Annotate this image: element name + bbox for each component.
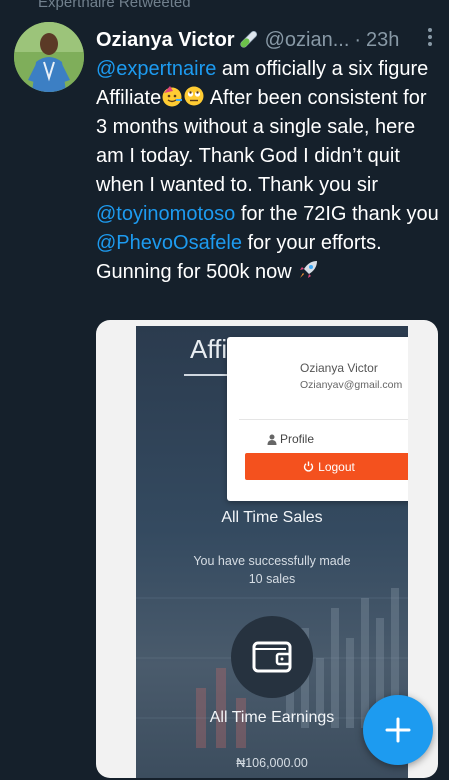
tweet-text: @expertnaire am officially a six figure … [96, 55, 441, 287]
compose-plus-icon[interactable] [363, 695, 433, 765]
tweet-text-part: for your efforts. [241, 232, 382, 254]
rolling-eyes-icon [183, 85, 205, 107]
mention-toyinomotoso[interactable]: @toyinomotoso [96, 203, 235, 225]
profile-label: Profile [280, 432, 315, 446]
dropdown-divider [239, 419, 408, 420]
app-screenshot: Affi All Time Sales You have successfull… [136, 326, 408, 778]
rocket-icon [297, 259, 319, 281]
logout-button[interactable]: Logout [245, 453, 408, 480]
handle-ellipsis: ... [332, 28, 350, 51]
dropdown-avatar [239, 359, 295, 415]
dropdown-user-email: Ozianyav@gmail.com [300, 379, 403, 391]
author-avatar[interactable] [14, 22, 84, 92]
party-face-icon [161, 85, 183, 107]
tweet-time[interactable]: 23h [366, 29, 399, 52]
app-title: Affi [190, 334, 228, 364]
earnings-value: ₦106,000.00 [236, 756, 308, 770]
dropdown-user-name: Ozianya Victor [300, 361, 378, 375]
all-time-sales-label: All Time Sales [221, 509, 323, 526]
logout-label: Logout [318, 459, 355, 474]
user-icon [267, 434, 277, 445]
mention-phevoosafele[interactable]: @PhevoOsafele [96, 232, 242, 254]
retweet-indicator: Expertnaire Retweeted [38, 0, 191, 11]
sales-summary: You have successfully made 10 sales [136, 552, 408, 588]
wallet-icon [231, 616, 313, 698]
tweet-text-part: Gunning for 500k now [96, 261, 298, 283]
author-handle[interactable]: @ozian [265, 29, 333, 52]
sales-summary-line: You have successfully made [193, 554, 351, 568]
user-dropdown-menu: Ozianya Victor Ozianyav@gmail.com Profil… [227, 337, 408, 501]
profile-menu-item[interactable]: Profile [267, 432, 314, 446]
test-tube-icon [237, 30, 259, 50]
power-icon [303, 461, 314, 472]
tweet-text-part: for the 72IG thank you [235, 203, 439, 225]
author-name[interactable]: Ozianya Victor [96, 29, 235, 52]
tweet-header: Ozianya Victor @ozian ... · 23h [96, 26, 419, 54]
mention-expertnaire[interactable]: @expertnaire [96, 58, 216, 80]
sales-count: 10 sales [248, 572, 296, 586]
more-vertical-icon[interactable] [425, 26, 435, 48]
separator-dot: · [354, 28, 362, 51]
